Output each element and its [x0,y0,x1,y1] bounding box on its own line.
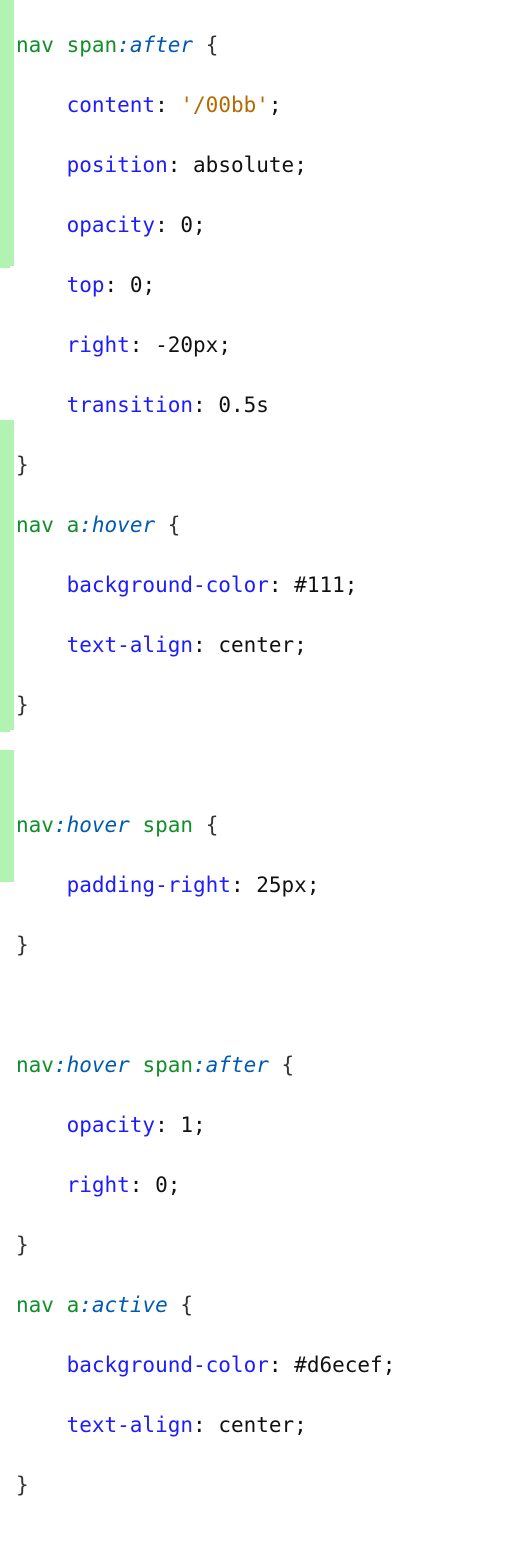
code-line: top: 0; [16,270,395,300]
code-line [16,750,395,780]
code-line: } [16,690,395,720]
code-line: nav:hover span { [16,810,395,840]
code-line: } [16,1230,395,1260]
code-editor: nav span:after { content: '/00bb'; posit… [0,0,514,1560]
code-line: background-color: #111; [16,570,395,600]
code-line: background-color: #d6ecef; [16,1350,395,1380]
code-line: nav span:after { [16,30,395,60]
code-line [16,990,395,1020]
code-line: text-align: center; [16,630,395,660]
code-line: nav a:active { [16,1290,395,1320]
code-line: right: -20px; [16,330,395,360]
code-line: text-align: center; [16,1410,395,1440]
code-line: transition: 0.5s [16,390,395,420]
code-line: } [16,930,395,960]
selector-tag: span [67,33,118,57]
code-line: opacity: 0; [16,210,395,240]
code-line: content: '/00bb'; [16,90,395,120]
brace-close: } [16,453,29,477]
code-line: } [16,450,395,480]
code-line: padding-right: 25px; [16,870,395,900]
brace-open: { [206,33,219,57]
code-line: } [16,1470,395,1500]
code-line: nav a:hover { [16,510,395,540]
code-line: position: absolute; [16,150,395,180]
pseudo: :after [117,33,193,57]
code-line: opacity: 1; [16,1110,395,1140]
change-gutter [0,0,14,1560]
code-block: nav span:after { content: '/00bb'; posit… [14,0,395,1560]
code-line: right: 0; [16,1170,395,1200]
code-line: nav:hover span:after { [16,1050,395,1080]
